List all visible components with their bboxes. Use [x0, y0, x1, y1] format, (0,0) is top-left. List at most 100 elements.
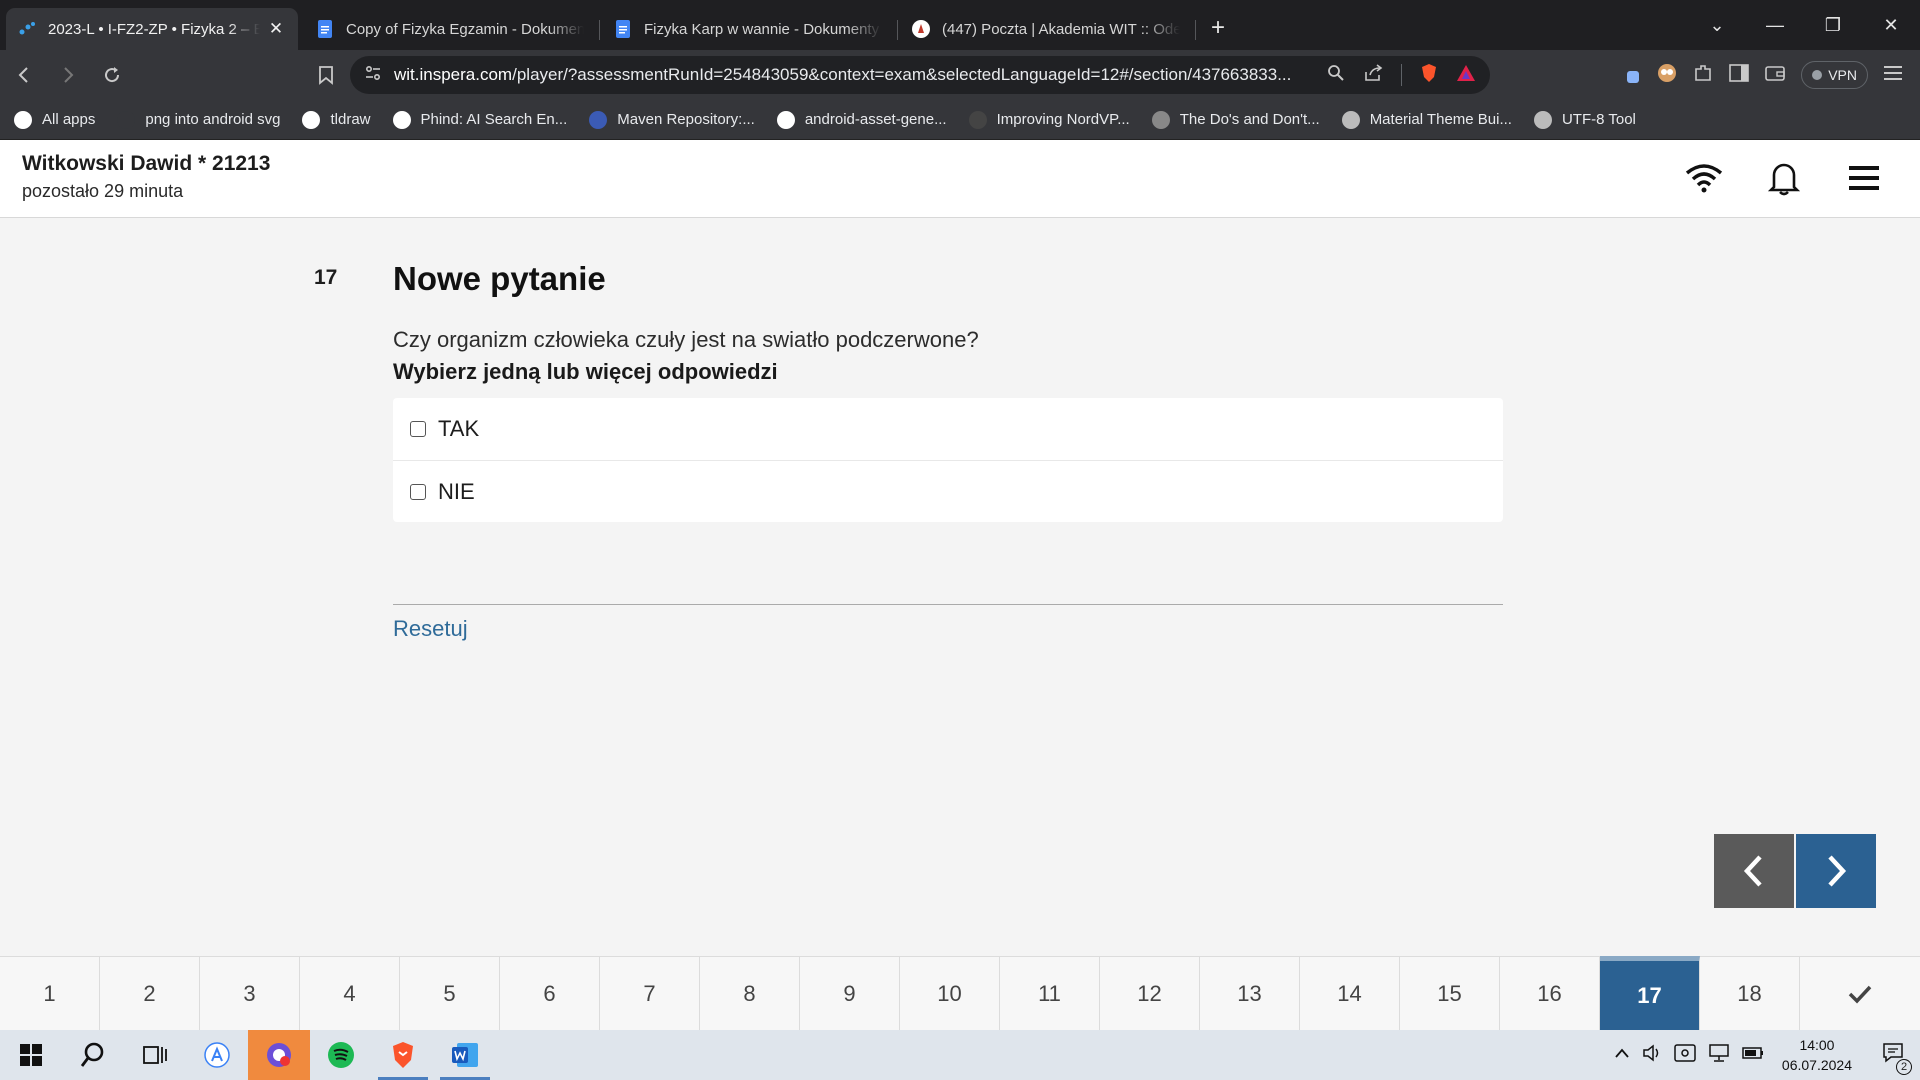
reset-link[interactable]: Resetuj	[393, 616, 468, 642]
question-nav-item[interactable]: 7	[600, 956, 700, 1030]
extension-owl-icon[interactable]	[1657, 63, 1677, 88]
nordvpn-icon	[968, 110, 987, 129]
question-nav-item[interactable]: 10	[900, 956, 1000, 1030]
tab-search-icon[interactable]: ⌄	[1688, 0, 1746, 50]
next-question-button[interactable]	[1796, 834, 1876, 908]
network-icon[interactable]	[1708, 1043, 1730, 1067]
sidebar-icon[interactable]	[1729, 63, 1750, 87]
tab-title: (447) Poczta | Akademia WIT :: Odebrane	[942, 20, 1180, 38]
notification-center-icon[interactable]: 2	[1882, 1042, 1912, 1075]
bookmark-item[interactable]: Material Theme Bui...	[1341, 110, 1512, 129]
extension-pin-icon[interactable]	[1619, 62, 1641, 89]
question-nav-item[interactable]: 9	[800, 956, 900, 1030]
question-nav-item[interactable]: 16	[1500, 956, 1600, 1030]
word-icon[interactable]	[434, 1030, 496, 1080]
wifi-icon[interactable]	[1684, 158, 1724, 198]
question-nav-item[interactable]: 13	[1200, 956, 1300, 1030]
question-nav-item[interactable]: 12	[1100, 956, 1200, 1030]
notifications-bell-icon[interactable]	[1764, 158, 1804, 198]
blank-icon	[117, 110, 136, 129]
bookmark-item[interactable]: All apps	[14, 110, 95, 129]
brave-browser-icon[interactable]	[372, 1030, 434, 1080]
question-number: 17	[314, 266, 338, 289]
tab-divider	[1195, 20, 1196, 40]
bookmark-item[interactable]: Phind: AI Search En...	[392, 110, 568, 129]
phind-icon	[392, 110, 411, 129]
question-nav-item[interactable]: 17	[1600, 956, 1700, 1030]
extensions-icon[interactable]	[1693, 63, 1713, 88]
volume-icon[interactable]	[1642, 1043, 1662, 1067]
brave-shield-icon[interactable]	[1420, 63, 1438, 88]
checkbox[interactable]	[410, 421, 426, 437]
question-nav-item[interactable]: 6	[500, 956, 600, 1030]
tldraw-icon	[302, 110, 321, 129]
bookmark-icon[interactable]	[306, 55, 346, 95]
bookmark-item[interactable]: android-asset-gene...	[776, 110, 947, 129]
answer-option-nie[interactable]: NIE	[393, 460, 1503, 522]
checkbox[interactable]	[410, 483, 426, 500]
app-store-icon[interactable]	[186, 1030, 248, 1080]
option-label: TAK	[438, 416, 480, 441]
bookmark-label: Phind: AI Search En...	[420, 111, 568, 128]
finish-exam-button[interactable]	[1800, 956, 1920, 1030]
back-icon[interactable]	[4, 55, 44, 95]
tab-fizyka-karp[interactable]: Fizyka Karp w wannie - Dokumenty Google	[602, 8, 898, 50]
menu-icon[interactable]	[1884, 65, 1902, 86]
screen-recorder-icon[interactable]	[248, 1030, 310, 1080]
question-nav-item[interactable]: 14	[1300, 956, 1400, 1030]
forward-icon[interactable]	[48, 55, 88, 95]
hamburger-menu-icon[interactable]	[1844, 158, 1884, 198]
question-nav-item[interactable]: 15	[1400, 956, 1500, 1030]
share-icon[interactable]	[1363, 63, 1383, 87]
tab-title: Copy of Fizyka Egzamin - Dokumenty Googl…	[346, 20, 584, 38]
globe-icon	[1341, 110, 1360, 129]
vpn-button[interactable]: VPN	[1801, 61, 1868, 89]
task-view-icon[interactable]	[124, 1030, 186, 1080]
question-nav-item[interactable]: 8	[700, 956, 800, 1030]
bookmark-item[interactable]: The Do's and Don't...	[1151, 110, 1320, 129]
tab-copy-fizyka[interactable]: Copy of Fizyka Egzamin - Dokumenty Googl…	[304, 8, 600, 50]
question-text: Czy organizm człowieka czuły jest na swi…	[393, 327, 979, 352]
wallet-icon[interactable]	[1765, 64, 1786, 87]
answer-option-tak[interactable]: TAK	[393, 398, 1503, 460]
close-window-icon[interactable]: ✕	[1862, 0, 1920, 50]
zoom-icon[interactable]	[1327, 64, 1345, 87]
question-nav-item[interactable]: 11	[1000, 956, 1100, 1030]
bookmark-item[interactable]: Maven Repository:...	[589, 110, 755, 129]
clock[interactable]: 14:00 06.07.2024	[1782, 1035, 1852, 1075]
bookmark-label: tldraw	[330, 111, 371, 128]
search-icon[interactable]	[62, 1030, 124, 1080]
bookmark-item[interactable]: tldraw	[302, 110, 371, 129]
start-icon[interactable]	[0, 1030, 62, 1080]
reload-icon[interactable]	[92, 55, 132, 95]
tab-poczta[interactable]: (447) Poczta | Akademia WIT :: Odebrane	[900, 8, 1196, 50]
chevron-up-icon[interactable]	[1614, 1046, 1630, 1064]
restore-icon[interactable]: ❐	[1804, 0, 1862, 50]
previous-question-button[interactable]	[1714, 834, 1794, 908]
system-tray: 14:00 06.07.2024 2	[1614, 1030, 1920, 1080]
inspera-icon	[18, 20, 36, 38]
brave-rewards-icon[interactable]	[1456, 64, 1476, 87]
bookmark-item[interactable]: UTF-8 Tool	[1533, 110, 1636, 129]
question-nav-item[interactable]: 18	[1700, 956, 1800, 1030]
bookmark-item[interactable]: png into android svg	[117, 110, 280, 129]
tab-inspera-exam[interactable]: 2023-L • I-FZ2-ZP • Fizyka 2 – Egzamin ✕	[6, 8, 298, 50]
maven-icon	[589, 110, 608, 129]
question-nav-item[interactable]: 4	[300, 956, 400, 1030]
question-nav-item[interactable]: 2	[100, 956, 200, 1030]
globe-icon	[1533, 110, 1552, 129]
tab-divider	[897, 20, 898, 40]
question-nav-item[interactable]: 3	[200, 956, 300, 1030]
bookmark-item[interactable]: Improving NordVP...	[968, 110, 1130, 129]
meet-now-icon[interactable]	[1674, 1043, 1696, 1067]
bookmark-label: UTF-8 Tool	[1561, 111, 1636, 128]
spotify-icon[interactable]	[310, 1030, 372, 1080]
question-nav-item[interactable]: 1	[0, 956, 100, 1030]
question-nav-item[interactable]: 5	[400, 956, 500, 1030]
address-bar[interactable]: wit.inspera.com/player/?assessmentRunId=…	[350, 56, 1490, 94]
new-tab-button[interactable]: +	[1198, 8, 1238, 50]
site-info-icon[interactable]	[364, 64, 382, 87]
close-tab-icon[interactable]: ✕	[266, 19, 286, 39]
minimize-icon[interactable]: —	[1746, 0, 1804, 50]
battery-icon[interactable]	[1742, 1046, 1764, 1065]
